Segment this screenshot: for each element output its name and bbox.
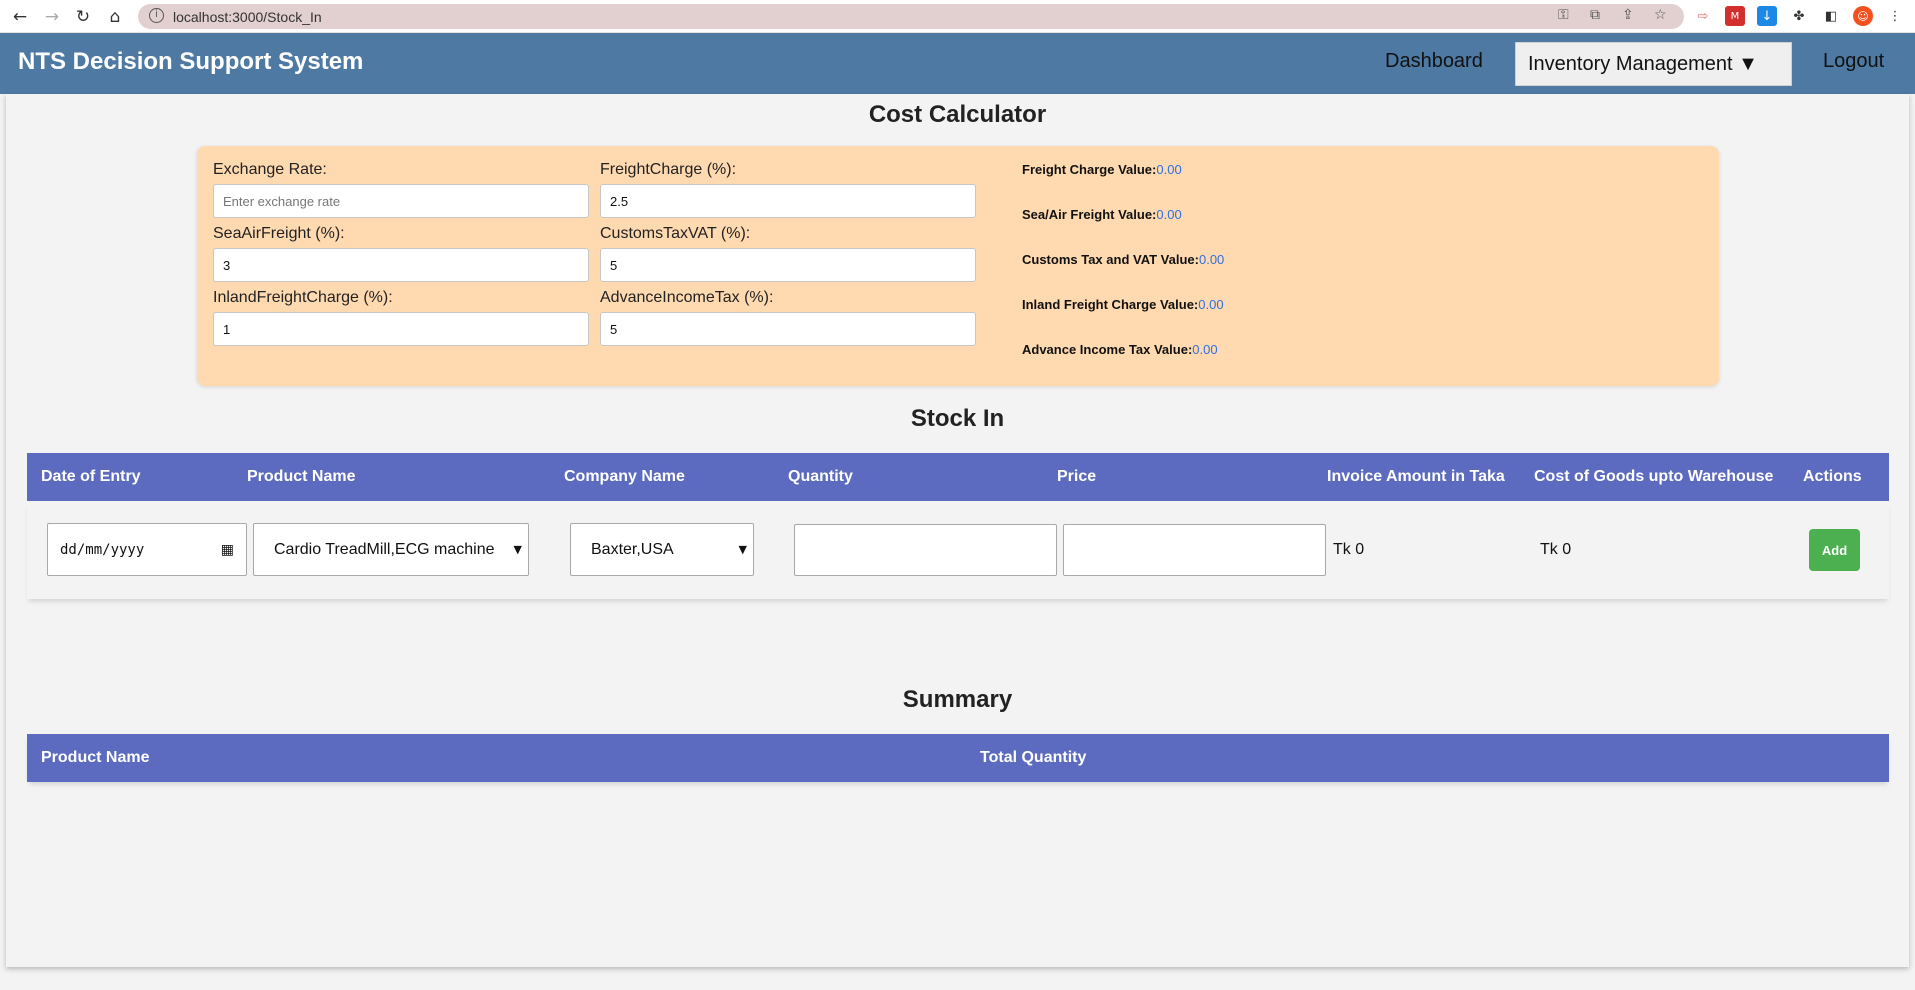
nav-logout-link[interactable]: Logout (1823, 50, 1884, 73)
freight-charge-label: FreightCharge (%): (600, 161, 737, 178)
extension-mail-icon[interactable]: M (1725, 6, 1745, 26)
exchange-rate-input[interactable] (213, 184, 589, 218)
advance-income-tax-result: Advance Income Tax Value:0.00 (1022, 342, 1218, 357)
column-header: Actions (1803, 468, 1862, 485)
product-selected-value: Cardio TreadMill,ECG machine (274, 540, 495, 558)
nav-inventory-dropdown[interactable]: Inventory Management ▼ (1515, 42, 1792, 86)
summary-title: Summary (902, 686, 1013, 713)
key-icon[interactable]: ⚿ (1558, 7, 1569, 23)
open-external-icon[interactable]: ⧉ (1590, 7, 1600, 23)
extensions-puzzle-icon[interactable]: ✤ (1789, 6, 1809, 26)
browser-menu-icon[interactable]: ⋮ (1885, 6, 1905, 26)
invoice-amount-value: Tk 0 (1333, 541, 1365, 558)
sea-air-freight-result-label: Sea/Air Freight Value: (1022, 207, 1157, 222)
freight-charge-result-label: Freight Charge Value: (1022, 162, 1157, 177)
customs-tax-vat-label: CustomsTaxVAT (%): (600, 225, 751, 242)
site-info-icon[interactable]: i (149, 8, 164, 23)
chevron-down-icon: ▼ (738, 543, 747, 556)
exchange-rate-label: Exchange Rate: (213, 161, 327, 178)
date-of-entry-input[interactable]: dd/mm/yyyy ▦ (47, 523, 247, 576)
column-header: Product Name (41, 749, 150, 766)
customs-tax-vat-result-value: 0.00 (1198, 252, 1225, 267)
date-placeholder: dd/mm/yyyy (60, 541, 145, 558)
stock-in-title: Stock In (910, 405, 1005, 432)
inland-freight-input[interactable] (213, 312, 589, 346)
advance-income-tax-label: AdvanceIncomeTax (%): (600, 289, 774, 306)
app-header: NTS Decision Support System Dashboard In… (0, 33, 1915, 94)
customs-tax-vat-result-label: Customs Tax and VAT Value: (1022, 252, 1199, 267)
share-icon[interactable]: ⇪ (1622, 7, 1634, 23)
column-header: Invoice Amount in Taka (1327, 468, 1505, 485)
quantity-input[interactable] (794, 524, 1057, 576)
add-button[interactable]: Add (1809, 529, 1860, 571)
product-select[interactable]: Cardio TreadMill,ECG machine ▼ (253, 523, 529, 576)
bookmark-star-icon[interactable]: ☆ (1654, 7, 1667, 23)
advance-income-tax-result-label: Advance Income Tax Value: (1022, 342, 1193, 357)
chevron-down-icon: ▼ (513, 543, 522, 556)
forward-icon[interactable]: → (39, 4, 65, 30)
freight-charge-input[interactable] (600, 184, 976, 218)
browser-toolbar: ← → ↻ ⌂ i localhost:3000/Stock_In ⚿ ⧉ ⇪ … (0, 0, 1915, 33)
table-row: dd/mm/yyyy ▦ Cardio TreadMill,ECG machin… (27, 501, 1889, 599)
summary-table-header: Product Name Total Quantity (27, 734, 1889, 782)
column-header: Cost of Goods upto Warehouse (1534, 468, 1774, 485)
nav-dashboard-link[interactable]: Dashboard (1385, 50, 1483, 73)
cost-calculator-card: Exchange Rate: FreightCharge (%): SeaAir… (197, 146, 1719, 386)
customs-tax-vat-result: Customs Tax and VAT Value:0.00 (1022, 252, 1224, 267)
inland-freight-label: InlandFreightCharge (%): (213, 289, 393, 306)
sea-air-freight-label: SeaAirFreight (%): (213, 225, 345, 242)
home-icon[interactable]: ⌂ (102, 4, 128, 30)
app-title: NTS Decision Support System (18, 48, 364, 75)
calendar-icon[interactable]: ▦ (221, 542, 234, 558)
extension-download-icon[interactable]: ↓ (1757, 6, 1777, 26)
inland-freight-result-label: Inland Freight Charge Value: (1022, 297, 1199, 312)
sea-air-freight-result-value: 0.00 (1156, 207, 1182, 222)
stock-in-table-header: Date of Entry Product Name Company Name … (27, 453, 1889, 501)
company-selected-value: Baxter,USA (591, 540, 674, 558)
company-select[interactable]: Baxter,USA ▼ (570, 523, 754, 576)
inland-freight-result-value: 0.00 (1198, 297, 1224, 312)
url-text[interactable]: localhost:3000/Stock_In (173, 9, 322, 25)
inland-freight-result: Inland Freight Charge Value:0.00 (1022, 297, 1224, 312)
column-header: Company Name (564, 468, 685, 485)
column-header: Date of Entry (41, 468, 141, 485)
profile-avatar-icon[interactable]: ☺ (1853, 6, 1873, 26)
price-input[interactable] (1063, 524, 1326, 576)
sea-air-freight-result: Sea/Air Freight Value:0.00 (1022, 207, 1182, 222)
reload-icon[interactable]: ↻ (70, 4, 96, 30)
cost-of-goods-value: Tk 0 (1540, 541, 1572, 558)
freight-charge-result-value: 0.00 (1156, 162, 1182, 177)
sea-air-freight-input[interactable] (213, 248, 589, 282)
cost-calculator-title: Cost Calculator (868, 101, 1047, 128)
address-bar[interactable]: i localhost:3000/Stock_In ⚿ ⧉ ⇪ ☆ (138, 4, 1684, 29)
extension-record-icon[interactable]: ⇨ (1693, 6, 1713, 26)
column-header: Quantity (788, 468, 853, 485)
side-panel-icon[interactable]: ◧ (1821, 6, 1841, 26)
advance-income-tax-result-value: 0.00 (1192, 342, 1218, 357)
freight-charge-result: Freight Charge Value:0.00 (1022, 162, 1182, 177)
back-icon[interactable]: ← (7, 4, 33, 30)
advance-income-tax-input[interactable] (600, 312, 976, 346)
customs-tax-vat-input[interactable] (600, 248, 976, 282)
column-header: Price (1057, 468, 1097, 485)
column-header: Total Quantity (980, 749, 1087, 766)
column-header: Product Name (247, 468, 356, 485)
